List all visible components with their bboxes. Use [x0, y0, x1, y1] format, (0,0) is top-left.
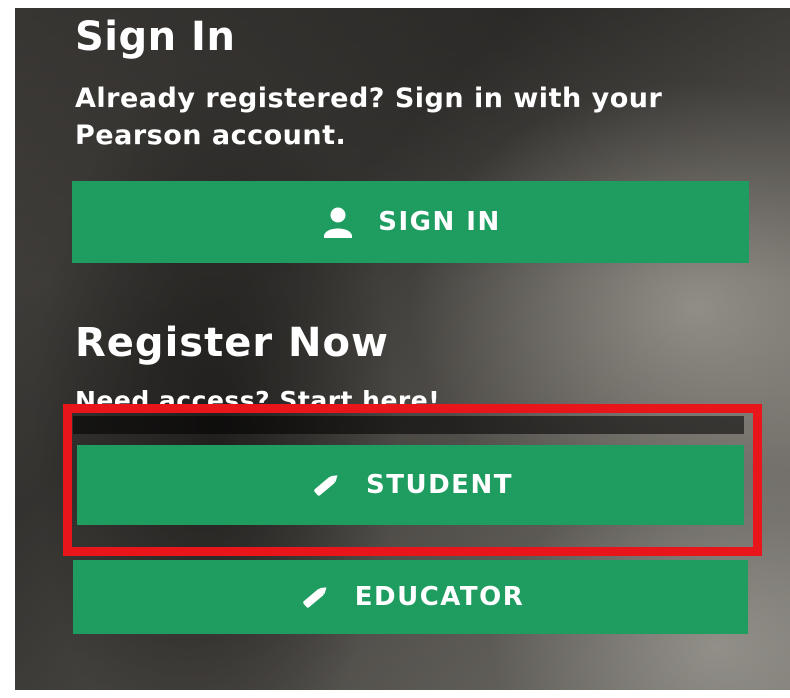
- sign-in-description: Already registered? Sign in with your Pe…: [75, 83, 663, 151]
- sign-in-heading: Sign In: [75, 14, 236, 60]
- login-panel: Sign In Already registered? Sign in with…: [15, 8, 790, 690]
- educator-button[interactable]: EDUCATOR: [73, 560, 748, 634]
- educator-button-label: EDUCATOR: [354, 582, 525, 612]
- user-icon: [320, 204, 356, 240]
- sign-in-button[interactable]: SIGN IN: [72, 181, 749, 263]
- register-heading: Register Now: [75, 320, 389, 366]
- highlight-shadow: [73, 416, 744, 434]
- pencil-icon: [308, 467, 344, 503]
- pencil-icon: [297, 579, 333, 615]
- student-button-label: STUDENT: [366, 470, 513, 500]
- register-description: Need access? Start here!: [75, 386, 441, 415]
- student-button[interactable]: STUDENT: [77, 445, 744, 525]
- sign-in-button-label: SIGN IN: [378, 207, 501, 237]
